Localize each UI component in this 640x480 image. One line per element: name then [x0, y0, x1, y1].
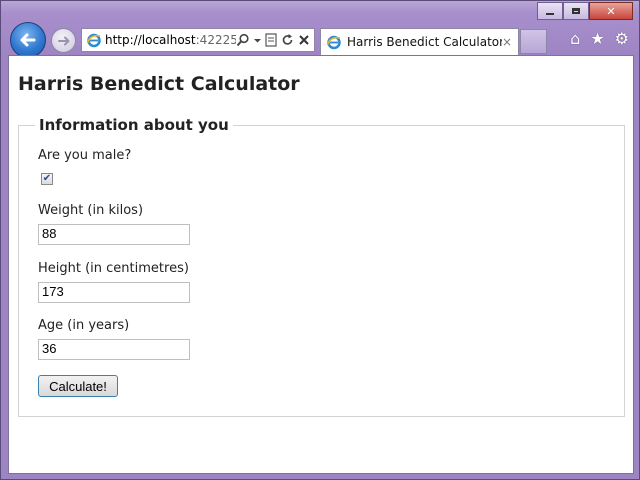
arrow-left-icon: [20, 33, 36, 47]
weight-label: Weight (in kilos): [38, 203, 144, 218]
compatibility-view-icon[interactable]: [265, 33, 277, 47]
gear-icon[interactable]: ⚙: [615, 30, 629, 48]
male-label: Are you male?: [38, 148, 132, 163]
calculate-button[interactable]: Calculate!: [38, 375, 118, 397]
forward-button[interactable]: [51, 28, 76, 53]
tab-harris-benedict[interactable]: Harris Benedict Calculator ×: [320, 28, 519, 55]
checkmark-icon: ✔: [42, 173, 52, 184]
height-input[interactable]: 173: [38, 282, 190, 303]
male-checkbox[interactable]: ✔: [41, 173, 53, 185]
ie-logo-icon: [86, 33, 101, 48]
arrow-right-icon: [57, 36, 69, 45]
browser-toolbar-right: ⌂ ★ ⚙: [570, 30, 629, 48]
new-tab-button[interactable]: [520, 29, 547, 54]
maximize-button[interactable]: [563, 2, 589, 20]
minimize-button[interactable]: [537, 2, 563, 20]
favorites-star-icon[interactable]: ★: [590, 30, 604, 48]
close-window-button[interactable]: ✕: [589, 2, 633, 20]
search-icon[interactable]: [236, 33, 250, 47]
refresh-icon[interactable]: [281, 33, 294, 47]
maximize-icon: [572, 8, 580, 14]
address-tools: [236, 33, 310, 47]
home-icon[interactable]: ⌂: [570, 30, 580, 48]
tab-title: Harris Benedict Calculator: [347, 35, 502, 49]
age-label: Age (in years): [38, 318, 130, 333]
back-button[interactable]: [10, 22, 46, 58]
page-content: Harris Benedict Calculator Information a…: [8, 55, 634, 474]
minimize-icon: [546, 13, 554, 15]
stop-icon[interactable]: [298, 34, 310, 46]
caption-buttons: ✕: [537, 2, 633, 20]
browser-window: ✕ http://localhost:42225/: [0, 0, 640, 480]
ie-logo-icon: [326, 35, 341, 50]
url-port: :42225/: [195, 33, 236, 47]
weight-input[interactable]: 88: [38, 224, 190, 245]
close-icon: ✕: [606, 4, 616, 18]
age-input[interactable]: 36: [38, 339, 190, 360]
url-text[interactable]: http://localhost:42225/: [105, 33, 236, 47]
tab-close-icon[interactable]: ×: [502, 35, 512, 49]
height-label: Height (in centimetres): [38, 261, 189, 276]
url-host: http://localhost: [105, 33, 196, 47]
page-title: Harris Benedict Calculator: [18, 73, 300, 95]
address-bar[interactable]: http://localhost:42225/: [81, 28, 315, 52]
fieldset-legend: Information about you: [39, 116, 229, 134]
dropdown-arrow-icon[interactable]: [254, 33, 261, 47]
